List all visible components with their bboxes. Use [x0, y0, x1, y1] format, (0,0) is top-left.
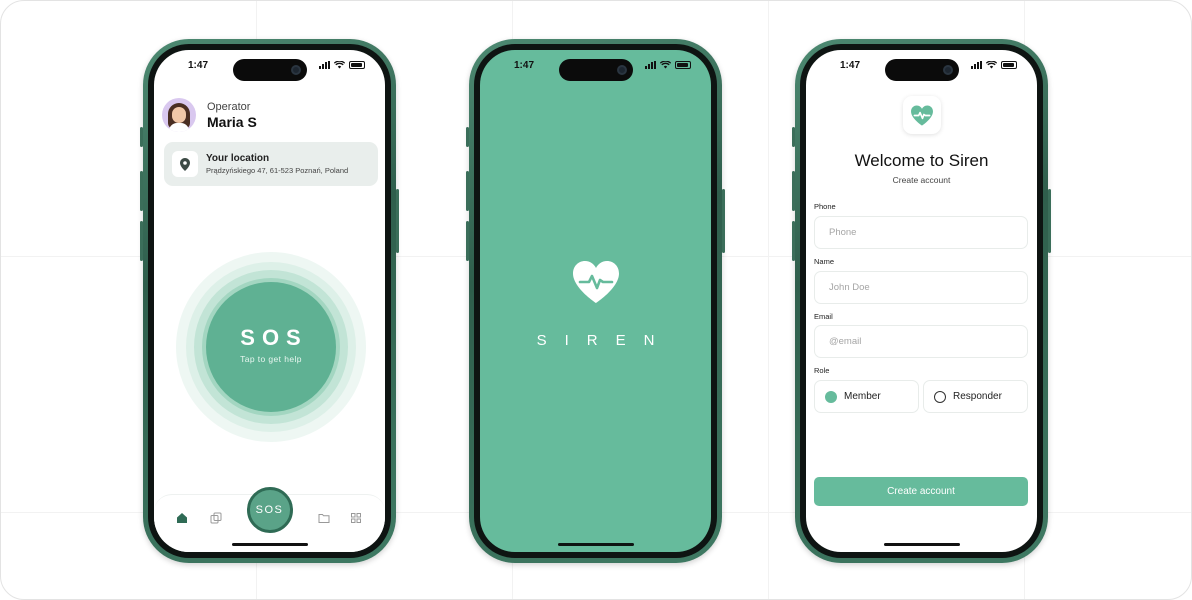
role-label: Role [814, 366, 830, 375]
location-card[interactable]: Your location Prądzyńskiego 47, 61-523 P… [164, 142, 378, 186]
camera-icon [942, 65, 953, 75]
guide-line [768, 1, 769, 599]
dynamic-island [232, 59, 307, 81]
name-label: Name [814, 257, 835, 266]
bezel: 1:47 SIREN [474, 44, 717, 558]
phone-label: Phone [814, 202, 836, 211]
volume-up-button [466, 171, 469, 211]
avatar[interactable] [162, 98, 196, 132]
status-icons [645, 61, 691, 69]
battery-icon [675, 61, 691, 69]
heart-logo-icon [572, 261, 619, 303]
canvas: 1:47 Operator Maria S Your location Prąd… [0, 0, 1192, 600]
wifi-icon [660, 61, 671, 69]
volume-up-button [792, 171, 795, 211]
phone-signup: 1:47 Welcome to Siren Create account Pho… [792, 39, 1051, 563]
camera-icon [616, 65, 627, 75]
wifi-icon [986, 61, 997, 69]
grid-icon[interactable] [350, 512, 362, 524]
home-screen: 1:47 Operator Maria S Your location Prąd… [154, 50, 385, 552]
operator-name: Maria S [207, 113, 257, 130]
app-name: SIREN [536, 332, 673, 349]
splash-screen: 1:47 SIREN [480, 50, 711, 552]
wifi-icon [334, 61, 345, 69]
bezel: 1:47 Operator Maria S Your location Prąd… [148, 44, 391, 558]
sos-button[interactable]: SOS Tap to get help [176, 252, 366, 442]
silent-switch [792, 127, 795, 147]
signup-screen: 1:47 Welcome to Siren Create account Pho… [806, 50, 1037, 552]
heart-logo-icon [910, 104, 933, 126]
silent-switch [466, 127, 469, 147]
sos-subtitle: Tap to get help [240, 354, 302, 364]
role-responder-label: Responder [953, 391, 1002, 402]
email-label: Email [814, 312, 833, 321]
phone-input[interactable] [814, 216, 1028, 249]
role-member-label: Member [844, 391, 881, 402]
page-title: Welcome to Siren [854, 151, 989, 170]
camera-icon [290, 65, 301, 75]
status-time: 1:47 [188, 59, 209, 71]
home-indicator [883, 543, 960, 546]
location-title: Your location [206, 153, 270, 164]
operator-header: Operator Maria S [162, 98, 257, 132]
phone-splash: 1:47 SIREN [466, 39, 725, 563]
volume-up-button [140, 171, 143, 211]
home-indicator [231, 543, 308, 546]
status-icons [971, 61, 1017, 69]
silent-switch [140, 127, 143, 147]
role-member-option[interactable]: Member [814, 380, 919, 413]
home-icon[interactable] [176, 512, 188, 524]
tab-bar: SOS [154, 487, 385, 552]
power-button [1048, 189, 1051, 253]
phone-home: 1:47 Operator Maria S Your location Prąd… [140, 39, 399, 563]
operator-role: Operator [207, 100, 251, 113]
volume-down-button [140, 221, 143, 261]
signal-icon [971, 61, 982, 69]
home-indicator [557, 543, 634, 546]
battery-icon [349, 61, 365, 69]
power-button [396, 189, 399, 253]
status-icons [319, 61, 365, 69]
sos-label: SOS [240, 325, 308, 350]
dynamic-island [884, 59, 959, 81]
battery-icon [1001, 61, 1017, 69]
radio-checked-icon [825, 390, 837, 403]
volume-down-button [466, 221, 469, 261]
volume-down-button [792, 221, 795, 261]
email-input[interactable] [814, 325, 1028, 358]
app-logo [902, 96, 941, 134]
operator-info: Operator Maria S [207, 101, 257, 130]
signal-icon [645, 61, 656, 69]
location-address: Prądzyńskiego 47, 61-523 Poznań, Poland [206, 166, 349, 175]
copy-icon[interactable] [210, 512, 222, 524]
power-button [722, 189, 725, 253]
dynamic-island [558, 59, 633, 81]
name-input[interactable] [814, 271, 1028, 304]
status-time: 1:47 [840, 59, 861, 71]
status-time: 1:47 [514, 59, 535, 71]
role-responder-option[interactable]: Responder [923, 380, 1028, 413]
folder-icon[interactable] [318, 512, 330, 524]
sos-fab-button[interactable]: SOS [246, 487, 293, 533]
location-pin-icon [172, 151, 198, 177]
location-text: Your location Prądzyńskiego 47, 61-523 P… [206, 153, 348, 175]
signal-icon [319, 61, 330, 69]
radio-unchecked-icon [934, 390, 946, 403]
page-subtitle: Create account [892, 175, 951, 185]
create-account-button[interactable]: Create account [814, 477, 1028, 506]
bezel: 1:47 Welcome to Siren Create account Pho… [800, 44, 1043, 558]
